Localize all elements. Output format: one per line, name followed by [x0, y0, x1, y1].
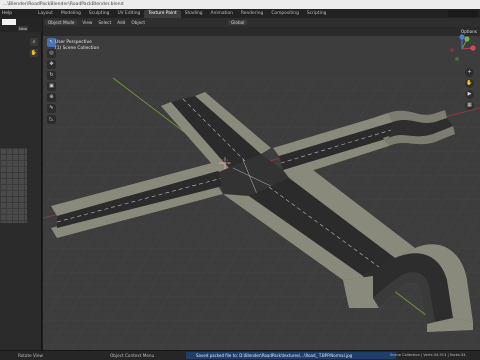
tab-modeling[interactable]: Modeling [57, 10, 85, 18]
image-name-field[interactable] [2, 19, 16, 25]
mode-selector[interactable]: Object Mode [45, 20, 78, 25]
status-middle-hint: Object Context Menu [110, 353, 155, 358]
collection-label: (1) Scene Collection [55, 46, 100, 51]
tab-scripting[interactable]: Scripting [303, 10, 331, 18]
tab-uv-editing[interactable]: UV Editing [113, 10, 144, 18]
image-editor-panel: New ⌕ ✋ [0, 18, 42, 350]
rotate-icon[interactable]: ↻ [47, 71, 56, 80]
camera-icon[interactable]: ▶ [465, 90, 474, 99]
menu-object[interactable]: Object [128, 20, 148, 25]
status-bar: Rotate View Object Context Menu Saved pa… [0, 350, 480, 360]
navigation-gizmo[interactable] [447, 34, 477, 64]
pan-hand-icon[interactable]: ✋ [465, 79, 474, 88]
new-image-button[interactable]: New [18, 26, 28, 31]
menu-help[interactable]: Help [0, 11, 14, 16]
grid-view-icon[interactable]: ▦ [465, 101, 474, 110]
scale-icon[interactable]: ▣ [47, 82, 56, 91]
tab-sculpting[interactable]: Sculpting [85, 10, 114, 18]
top-menu-bar: Help Layout Modeling Sculpting UV Editin… [0, 9, 480, 18]
hand-icon[interactable]: ✋ [30, 49, 38, 57]
tab-texture-paint[interactable]: Texture Paint [144, 10, 181, 18]
zoom-icon[interactable]: + [465, 68, 474, 77]
window-title: ...\Blender\RoadPackBlender\RoadPackBlen… [0, 0, 480, 9]
move-icon[interactable]: ✥ [47, 60, 56, 69]
tab-layout[interactable]: Layout [34, 10, 57, 18]
viewport-subheader [43, 27, 480, 36]
menu-select[interactable]: Select [95, 20, 114, 25]
menu-view[interactable]: View [79, 20, 95, 25]
3d-viewport[interactable]: Object Mode View Select Add Object Globa… [43, 18, 480, 350]
viewport-scene [43, 18, 480, 350]
annotate-icon[interactable]: ✎ [47, 104, 56, 113]
transform-icon[interactable]: ⊕ [47, 93, 56, 102]
scene-stats: Scene Collection | Verts:34,913 | Faces:… [390, 353, 467, 357]
navigation-buttons: + ✋ ▶ ▦ [465, 68, 475, 112]
image-canvas-grid[interactable] [0, 148, 27, 223]
image-editor-tools: ⌕ ✋ [30, 38, 40, 60]
viewport-info: User Perspective (1) Scene Collection [55, 40, 99, 52]
viewport-header: Object Mode View Select Add Object Globa… [43, 18, 480, 27]
menu-add[interactable]: Add [114, 20, 128, 25]
zoom-icon[interactable]: ⌕ [30, 38, 38, 46]
status-left-hint: Rotate View [18, 353, 43, 358]
tab-animation[interactable]: Animation [207, 10, 237, 18]
workspace-tabs: Layout Modeling Sculpting UV Editing Tex… [34, 10, 330, 18]
tab-compositing[interactable]: Compositing [267, 10, 303, 18]
tab-rendering[interactable]: Rendering [237, 10, 267, 18]
tab-shading[interactable]: Shading [181, 10, 207, 18]
scene-selector[interactable] [448, 10, 478, 17]
image-editor-header: New [0, 18, 42, 32]
status-message: Saved packed file to: D:\Blender\RoadPac… [186, 352, 396, 359]
measure-icon[interactable]: ◺ [47, 115, 56, 124]
orientation-selector[interactable]: Global [228, 20, 248, 25]
